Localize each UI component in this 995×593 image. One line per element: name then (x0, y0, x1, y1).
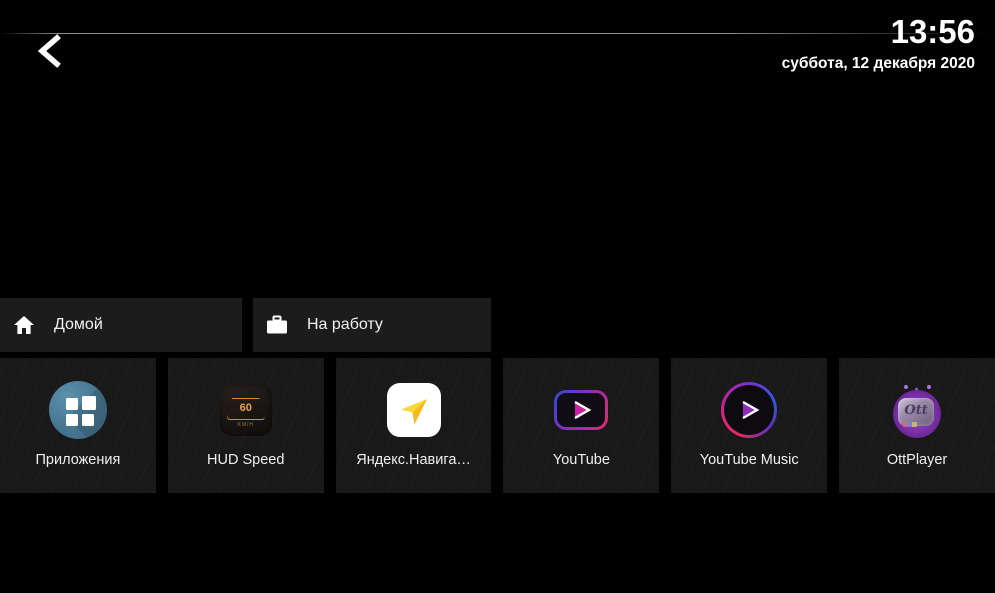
home-icon (2, 315, 46, 335)
apps-grid-icon (47, 379, 109, 441)
youtube-icon (550, 379, 612, 441)
chevron-left-icon (36, 34, 62, 68)
app-label: Приложения (35, 452, 121, 468)
map-content-area[interactable] (0, 90, 995, 298)
shortcut-home-label: Домой (54, 316, 103, 333)
clock-time: 13:56 (890, 13, 975, 50)
clock-date: суббота, 12 декабря 2020 (781, 55, 975, 72)
app-tile-youtube[interactable]: YouTube (503, 358, 660, 493)
app-tile-apps[interactable]: Приложения (0, 358, 156, 493)
app-label: YouTube (552, 452, 610, 468)
car-launcher-screen: 13:56 суббота, 12 декабря 2020 Домой На … (0, 0, 995, 593)
ottplayer-mark: Ott (904, 403, 928, 418)
app-shortcut-row: Приложения 60 KM/H HUD Speed Яндекс.Нави… (0, 358, 995, 493)
shortcut-work[interactable]: На работу (253, 298, 491, 352)
shortcut-work-label: На работу (307, 316, 383, 333)
app-tile-ottplayer[interactable]: Ott OttPlayer (839, 358, 995, 493)
app-label: YouTube Music (699, 452, 799, 468)
hud-speed-icon: 60 KM/H (215, 379, 277, 441)
clock-block: 13:56 суббота, 12 декабря 2020 (782, 14, 975, 74)
yandex-navigator-icon (383, 379, 445, 441)
app-label: OttPlayer (886, 452, 948, 468)
app-tile-hud-speed[interactable]: 60 KM/H HUD Speed (167, 358, 324, 493)
shortcut-bar: Домой На работу (0, 298, 995, 352)
shortcut-home[interactable]: Домой (0, 298, 242, 352)
youtube-music-icon (718, 379, 780, 441)
ottplayer-icon: Ott (886, 379, 948, 441)
briefcase-icon (255, 315, 299, 335)
hud-gauge-unit: KM/H (237, 422, 254, 428)
status-bar: 13:56 суббота, 12 декабря 2020 (0, 0, 995, 90)
bottom-nav-bar (0, 501, 995, 593)
app-label: HUD Speed (207, 452, 285, 468)
app-label: Яндекс.Навига… (356, 452, 471, 468)
app-tile-youtube-music[interactable]: YouTube Music (671, 358, 828, 493)
back-button[interactable] (26, 28, 72, 74)
hud-gauge-value: 60 (239, 402, 252, 414)
app-tile-yandex-navigator[interactable]: Яндекс.Навига… (335, 358, 492, 493)
